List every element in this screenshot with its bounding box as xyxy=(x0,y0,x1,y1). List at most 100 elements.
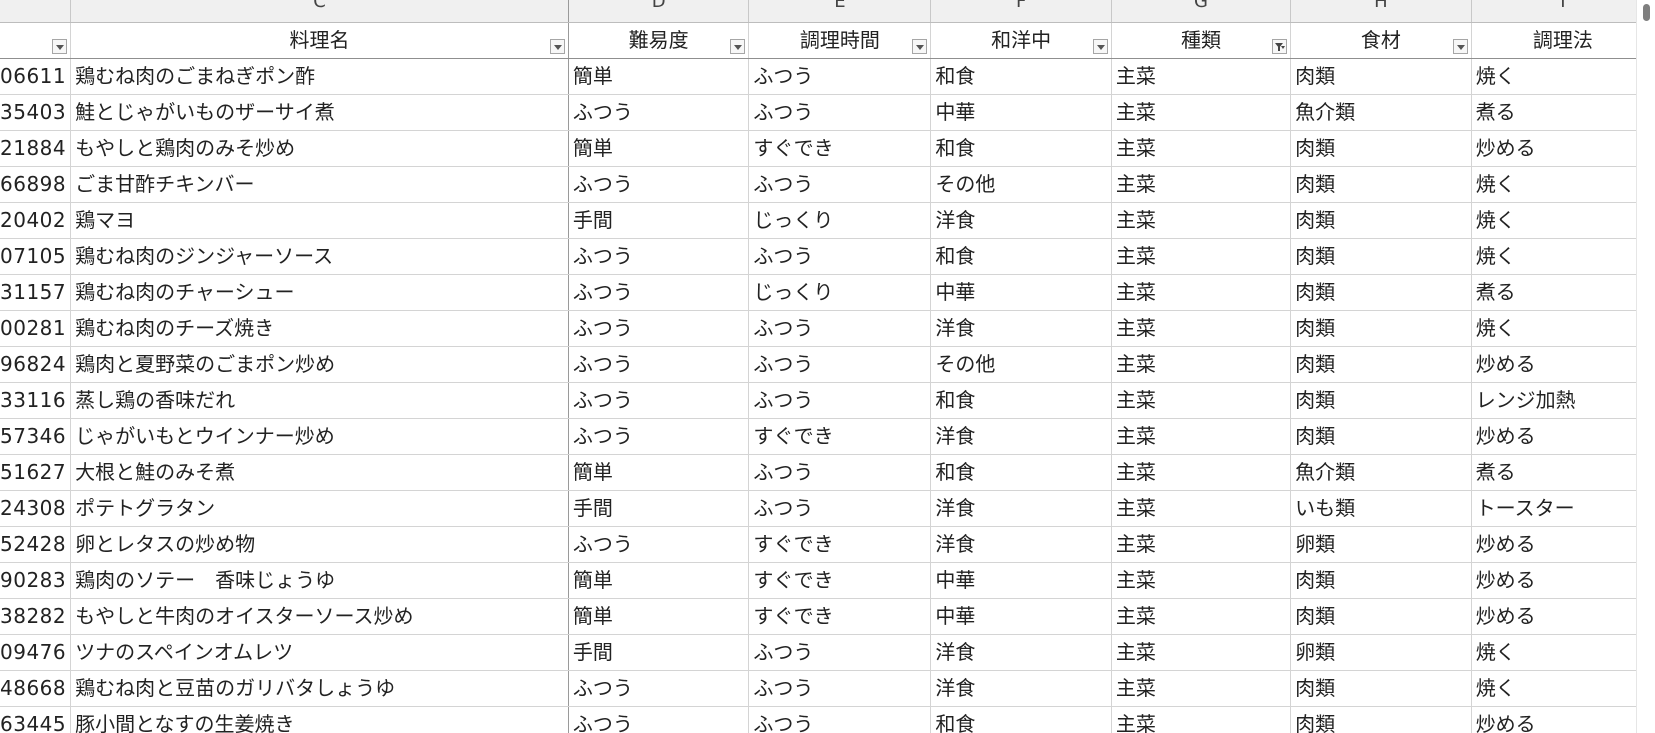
cell-type[interactable]: 主菜 xyxy=(1111,598,1292,635)
cell-cooking-time[interactable]: ふつう xyxy=(748,382,932,419)
cell-cuisine[interactable]: その他 xyxy=(930,166,1112,203)
cell-difficulty[interactable]: ふつう xyxy=(568,274,750,311)
cell-cuisine[interactable]: 中華 xyxy=(930,94,1112,131)
cell-difficulty[interactable]: 簡単 xyxy=(568,58,750,95)
cell-method[interactable]: 焼く xyxy=(1471,202,1655,239)
cell-id[interactable]: 31157 xyxy=(0,274,72,311)
cell-type[interactable]: 主菜 xyxy=(1111,58,1292,95)
cell-dish-name[interactable]: 鮭とじゃがいものザーサイ煮 xyxy=(70,94,569,131)
cell-cuisine[interactable]: 洋食 xyxy=(930,670,1112,707)
cell-cuisine[interactable]: 洋食 xyxy=(930,310,1112,347)
cell-dish-name[interactable]: 鶏むね肉のチャーシュー xyxy=(70,274,569,311)
cell-id[interactable]: 48668 xyxy=(0,670,72,707)
spreadsheet-grid[interactable]: C D E F G H I 料理名 難易度 調理時間 和洋中 種類 食材 調理法… xyxy=(0,0,1655,733)
cell-cooking-time[interactable]: ふつう xyxy=(748,166,932,203)
cell-ingredient[interactable]: 肉類 xyxy=(1290,238,1472,275)
column-letter-I[interactable]: I xyxy=(1471,0,1655,23)
cell-cooking-time[interactable]: すぐでき xyxy=(748,598,932,635)
cell-dish-name[interactable]: 蒸し鶏の香味だれ xyxy=(70,382,569,419)
cell-dish-name[interactable]: 鶏マヨ xyxy=(70,202,569,239)
header-cell-cooking-time[interactable]: 調理時間 xyxy=(748,22,932,59)
filter-applied-button-type[interactable] xyxy=(1272,39,1288,54)
cell-cooking-time[interactable]: ふつう xyxy=(748,634,932,671)
cell-type[interactable]: 主菜 xyxy=(1111,382,1292,419)
cell-difficulty[interactable]: 簡単 xyxy=(568,562,750,599)
cell-type[interactable]: 主菜 xyxy=(1111,238,1292,275)
cell-method[interactable]: トースター xyxy=(1471,490,1655,527)
cell-method[interactable]: 炒める xyxy=(1471,526,1655,563)
cell-cuisine[interactable]: 和食 xyxy=(930,238,1112,275)
cell-difficulty[interactable]: ふつう xyxy=(568,346,750,383)
cell-dish-name[interactable]: 鶏肉のソテー 香味じょうゆ xyxy=(70,562,569,599)
cell-cuisine[interactable]: 洋食 xyxy=(930,634,1112,671)
cell-dish-name[interactable]: 鶏肉と夏野菜のごまポン炒め xyxy=(70,346,569,383)
column-letter-B[interactable] xyxy=(0,0,72,23)
cell-type[interactable]: 主菜 xyxy=(1111,490,1292,527)
cell-type[interactable]: 主菜 xyxy=(1111,418,1292,455)
cell-id[interactable]: 38282 xyxy=(0,598,72,635)
vertical-scrollbar[interactable] xyxy=(1636,0,1655,733)
header-cell-dish-name[interactable]: 料理名 xyxy=(70,22,569,59)
cell-method[interactable]: 炒める xyxy=(1471,598,1655,635)
cell-method[interactable]: 焼く xyxy=(1471,634,1655,671)
cell-ingredient[interactable]: 卵類 xyxy=(1290,634,1472,671)
cell-dish-name[interactable]: じゃがいもとウインナー炒め xyxy=(70,418,569,455)
cell-difficulty[interactable]: ふつう xyxy=(568,526,750,563)
cell-id[interactable]: 90283 xyxy=(0,562,72,599)
cell-id[interactable]: 57346 xyxy=(0,418,72,455)
cell-method[interactable]: 焼く xyxy=(1471,310,1655,347)
cell-ingredient[interactable]: 魚介類 xyxy=(1290,94,1472,131)
cell-cooking-time[interactable]: ふつう xyxy=(748,670,932,707)
cell-type[interactable]: 主菜 xyxy=(1111,526,1292,563)
cell-ingredient[interactable]: 肉類 xyxy=(1290,382,1472,419)
cell-cuisine[interactable]: 中華 xyxy=(930,274,1112,311)
filter-dropdown-button-difficulty[interactable] xyxy=(730,39,746,54)
cell-difficulty[interactable]: 簡単 xyxy=(568,130,750,167)
header-cell-method[interactable]: 調理法 xyxy=(1471,22,1655,59)
cell-ingredient[interactable]: 肉類 xyxy=(1290,166,1472,203)
cell-ingredient[interactable]: 肉類 xyxy=(1290,274,1472,311)
cell-cooking-time[interactable]: ふつう xyxy=(748,706,932,733)
cell-method[interactable]: レンジ加熱 xyxy=(1471,382,1655,419)
cell-cooking-time[interactable]: ふつう xyxy=(748,58,932,95)
cell-type[interactable]: 主菜 xyxy=(1111,346,1292,383)
cell-difficulty[interactable]: 手間 xyxy=(568,202,750,239)
cell-cooking-time[interactable]: ふつう xyxy=(748,310,932,347)
cell-cuisine[interactable]: 和食 xyxy=(930,58,1112,95)
cell-difficulty[interactable]: 手間 xyxy=(568,634,750,671)
cell-type[interactable]: 主菜 xyxy=(1111,274,1292,311)
header-cell-type[interactable]: 種類 xyxy=(1111,22,1292,59)
header-cell-ingredient[interactable]: 食材 xyxy=(1290,22,1472,59)
cell-type[interactable]: 主菜 xyxy=(1111,670,1292,707)
cell-type[interactable]: 主菜 xyxy=(1111,202,1292,239)
cell-cuisine[interactable]: 洋食 xyxy=(930,490,1112,527)
cell-type[interactable]: 主菜 xyxy=(1111,562,1292,599)
cell-type[interactable]: 主菜 xyxy=(1111,130,1292,167)
cell-id[interactable]: 96824 xyxy=(0,346,72,383)
cell-method[interactable]: 煮る xyxy=(1471,94,1655,131)
column-letter-G[interactable]: G xyxy=(1111,0,1292,23)
cell-dish-name[interactable]: 卵とレタスの炒め物 xyxy=(70,526,569,563)
cell-cuisine[interactable]: 洋食 xyxy=(930,202,1112,239)
cell-id[interactable]: 06611 xyxy=(0,58,72,95)
cell-dish-name[interactable]: もやしと鶏肉のみそ炒め xyxy=(70,130,569,167)
cell-id[interactable]: 24308 xyxy=(0,490,72,527)
cell-type[interactable]: 主菜 xyxy=(1111,166,1292,203)
cell-id[interactable]: 33116 xyxy=(0,382,72,419)
cell-id[interactable]: 66898 xyxy=(0,166,72,203)
cell-difficulty[interactable]: ふつう xyxy=(568,418,750,455)
cell-difficulty[interactable]: ふつう xyxy=(568,166,750,203)
cell-ingredient[interactable]: 肉類 xyxy=(1290,346,1472,383)
cell-method[interactable]: 焼く xyxy=(1471,166,1655,203)
cell-id[interactable]: 21884 xyxy=(0,130,72,167)
cell-method[interactable]: 煮る xyxy=(1471,454,1655,491)
cell-method[interactable]: 炒める xyxy=(1471,562,1655,599)
cell-id[interactable]: 63445 xyxy=(0,706,72,733)
cell-method[interactable]: 炒める xyxy=(1471,418,1655,455)
cell-ingredient[interactable]: 肉類 xyxy=(1290,670,1472,707)
cell-ingredient[interactable]: 卵類 xyxy=(1290,526,1472,563)
column-letter-F[interactable]: F xyxy=(930,0,1112,23)
cell-id[interactable]: 07105 xyxy=(0,238,72,275)
cell-cuisine[interactable]: 中華 xyxy=(930,598,1112,635)
cell-method[interactable]: 焼く xyxy=(1471,670,1655,707)
